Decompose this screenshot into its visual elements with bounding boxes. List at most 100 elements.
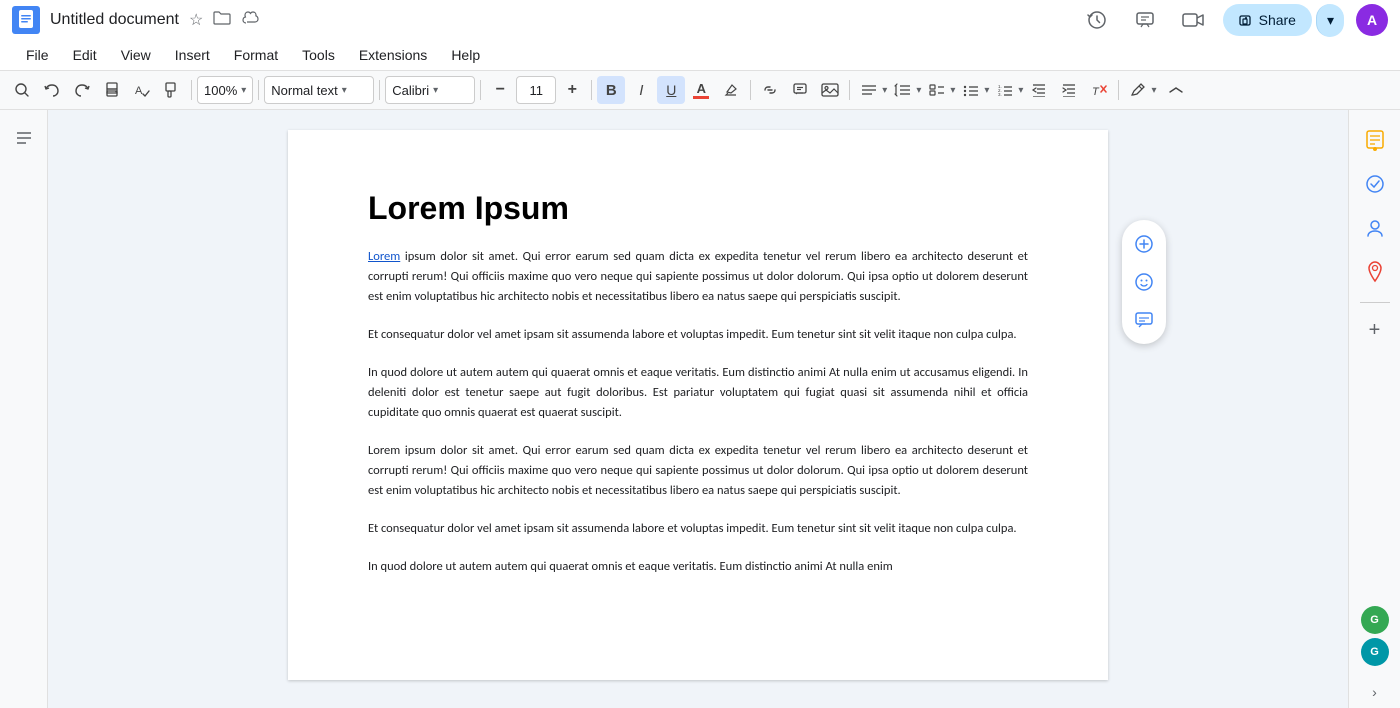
font-family-select[interactable]: Calibri ▾: [385, 76, 475, 104]
paragraph-4[interactable]: Lorem ipsum dolor sit amet. Qui error ea…: [368, 441, 1028, 501]
header-right: Share ▾ A: [1079, 2, 1388, 38]
outline-toggle[interactable]: [8, 122, 40, 154]
paragraph-chevron: ▾: [342, 85, 347, 96]
insert-image-button[interactable]: [816, 76, 844, 104]
align-chevron: ▾: [882, 85, 887, 96]
separator-5: [591, 80, 592, 100]
underline-button[interactable]: U: [657, 76, 685, 104]
maps-button[interactable]: [1357, 254, 1393, 290]
folder-icon[interactable]: [213, 11, 231, 29]
float-add-button[interactable]: [1128, 228, 1160, 260]
menu-bar: File Edit View Insert Format Tools Exten…: [0, 40, 1400, 70]
main-area: Lorem Ipsum Lorem ipsum dolor sit amet. …: [0, 110, 1400, 708]
float-emoji-button[interactable]: [1128, 266, 1160, 298]
float-comment-button[interactable]: [1128, 304, 1160, 336]
menu-edit[interactable]: Edit: [63, 43, 107, 67]
title-bar: Untitled document ☆: [0, 0, 1400, 40]
star-icon[interactable]: ☆: [189, 10, 203, 30]
edit-mode-button[interactable]: [1124, 76, 1152, 104]
paragraph-6[interactable]: In quod dolore ut autem autem qui quaera…: [368, 557, 1028, 577]
separator-2: [258, 80, 259, 100]
checklist-button[interactable]: [923, 76, 951, 104]
insert-comment-button[interactable]: [786, 76, 814, 104]
redo-button[interactable]: [68, 76, 96, 104]
font-size-input[interactable]: [516, 76, 556, 104]
separator-8: [1118, 80, 1119, 100]
paint-format-button[interactable]: [158, 76, 186, 104]
paragraph-style-value: Normal text: [271, 83, 337, 98]
toolbar: A 100% ▾ Normal text ▾ Calibri ▾ − + B I…: [0, 70, 1400, 110]
contacts-button[interactable]: [1357, 210, 1393, 246]
clear-formatting-button[interactable]: T: [1085, 76, 1113, 104]
paragraph-1[interactable]: Lorem ipsum dolor sit amet. Qui error ea…: [368, 247, 1028, 307]
zoom-value: 100%: [204, 83, 237, 98]
svg-text:3.: 3.: [998, 92, 1002, 97]
left-panel: [0, 110, 48, 708]
font-family-value: Calibri: [392, 83, 429, 98]
text-color-button[interactable]: A: [687, 76, 715, 104]
history-button[interactable]: [1079, 2, 1115, 38]
document-heading[interactable]: Lorem Ipsum: [368, 190, 1028, 227]
font-size-decrease-button[interactable]: −: [486, 76, 514, 104]
expand-toolbar-button[interactable]: [1162, 76, 1190, 104]
add-addon-button[interactable]: +: [1369, 319, 1381, 342]
link-word-lorem[interactable]: Lorem: [368, 249, 400, 264]
spellcheck-button[interactable]: A: [128, 76, 156, 104]
keep-notes-button[interactable]: [1357, 122, 1393, 158]
share-dropdown-button[interactable]: ▾: [1316, 4, 1344, 37]
menu-help[interactable]: Help: [441, 43, 490, 67]
menu-file[interactable]: File: [16, 43, 59, 67]
separator-1: [191, 80, 192, 100]
share-label: Share: [1259, 12, 1296, 28]
share-button[interactable]: Share: [1223, 4, 1312, 36]
zoom-chevron: ▾: [241, 85, 246, 96]
font-chevron: ▾: [433, 85, 438, 96]
menu-format[interactable]: Format: [224, 43, 288, 67]
highlight-button[interactable]: [717, 76, 745, 104]
separator-7: [849, 80, 850, 100]
separator-3: [379, 80, 380, 100]
paragraph-2[interactable]: Et consequatur dolor vel amet ipsam sit …: [368, 325, 1028, 345]
link-button[interactable]: [756, 76, 784, 104]
document-area[interactable]: Lorem Ipsum Lorem ipsum dolor sit amet. …: [48, 110, 1348, 708]
app-icon: [12, 6, 40, 34]
second-badge[interactable]: G: [1361, 638, 1389, 666]
bullet-list-button[interactable]: [957, 76, 985, 104]
decrease-indent-button[interactable]: [1025, 76, 1053, 104]
svg-text:A: A: [135, 85, 143, 97]
cloud-icon[interactable]: [241, 11, 261, 29]
menu-extensions[interactable]: Extensions: [349, 43, 437, 67]
document-page: Lorem Ipsum Lorem ipsum dolor sit amet. …: [288, 130, 1108, 680]
float-action-panel: [1122, 220, 1166, 344]
menu-tools[interactable]: Tools: [292, 43, 345, 67]
checklist-chevron: ▾: [950, 85, 955, 96]
paragraph-style-select[interactable]: Normal text ▾: [264, 76, 374, 104]
avatar[interactable]: A: [1356, 4, 1388, 36]
line-spacing-button[interactable]: [889, 76, 917, 104]
svg-text:T: T: [1092, 86, 1100, 98]
tasks-button[interactable]: [1357, 166, 1393, 202]
paragraph-5[interactable]: Et consequatur dolor vel amet ipsam sit …: [368, 519, 1028, 539]
increase-indent-button[interactable]: [1055, 76, 1083, 104]
menu-insert[interactable]: Insert: [165, 43, 220, 67]
sidebar-collapse-button[interactable]: ›: [1372, 684, 1377, 700]
numbered-list-button[interactable]: 1. 2. 3.: [991, 76, 1019, 104]
separator-6: [750, 80, 751, 100]
edit-mode-chevron: ▾: [1151, 85, 1156, 96]
italic-button[interactable]: I: [627, 76, 655, 104]
document-title[interactable]: Untitled document: [50, 11, 179, 29]
zoom-select[interactable]: 100% ▾: [197, 76, 253, 104]
meeting-button[interactable]: [1175, 2, 1211, 38]
menu-view[interactable]: View: [111, 43, 161, 67]
align-button[interactable]: [855, 76, 883, 104]
undo-button[interactable]: [38, 76, 66, 104]
right-sidebar: + G G ›: [1348, 110, 1400, 708]
paragraph-3[interactable]: In quod dolore ut autem autem qui quaera…: [368, 363, 1028, 423]
comments-button[interactable]: [1127, 2, 1163, 38]
grammarly-badge[interactable]: G: [1361, 606, 1389, 634]
print-button[interactable]: [98, 76, 126, 104]
separator-4: [480, 80, 481, 100]
bold-button[interactable]: B: [597, 76, 625, 104]
search-button[interactable]: [8, 76, 36, 104]
font-size-increase-button[interactable]: +: [558, 76, 586, 104]
